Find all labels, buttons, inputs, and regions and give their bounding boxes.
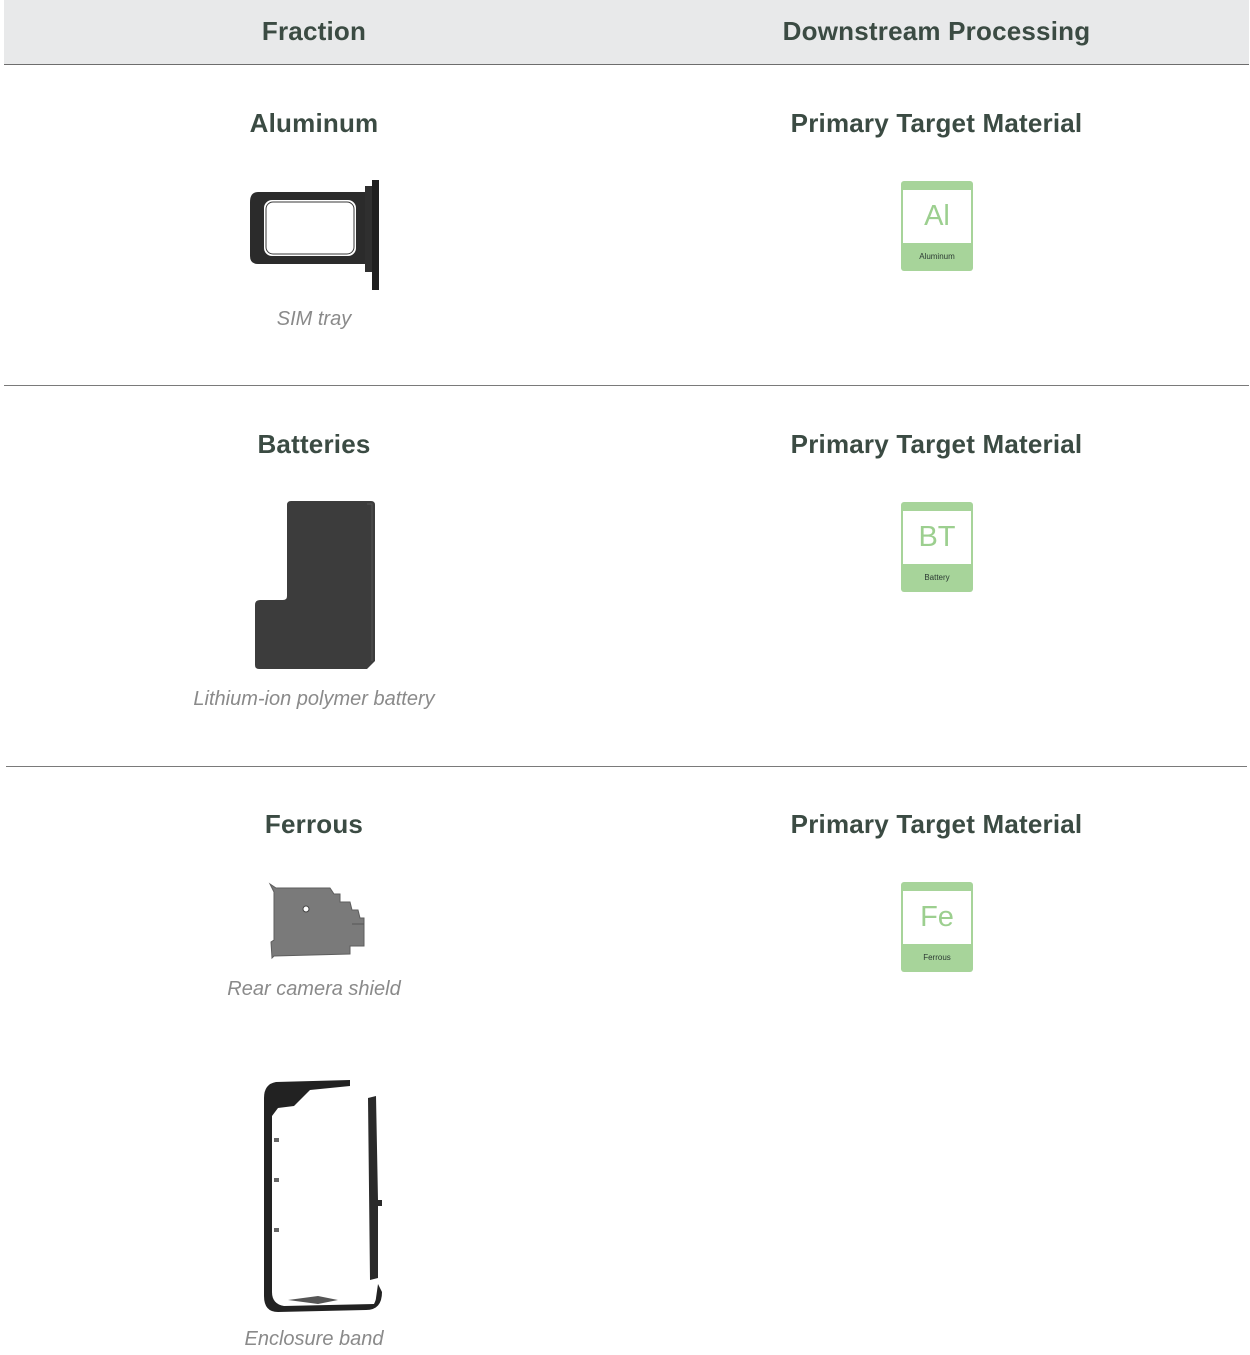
tile-name-ferrous: Ferrous (923, 953, 951, 962)
tile-symbol-al: Al (924, 200, 950, 232)
table-header: Fraction Downstream Processing (4, 0, 1249, 65)
fraction-column-header: Fraction (261, 16, 367, 46)
element-tile-al: Al Aluminum (901, 181, 973, 271)
tile-name-battery: Battery (924, 573, 950, 582)
caption-battery: Lithium-ion polymer battery (193, 688, 435, 710)
fraction-title-aluminum: Aluminum (249, 108, 379, 138)
section-divider (4, 385, 1249, 386)
downstream-processing-column-header: Downstream Processing (782, 16, 1091, 46)
camera-shield-icon (268, 882, 365, 960)
element-tile-fe: Fe Ferrous (901, 882, 973, 972)
target-heading-ferrous: Primary Target Material (790, 809, 1083, 839)
target-heading-batteries: Primary Target Material (790, 429, 1083, 459)
tile-name-aluminum: Aluminum (919, 252, 955, 261)
section-divider (6, 766, 1247, 767)
enclosure-band-icon (264, 1080, 382, 1312)
tile-symbol-bt: BT (918, 521, 956, 553)
caption-enclosure-band: Enclosure band (244, 1328, 384, 1350)
fraction-title-batteries: Batteries (257, 429, 371, 459)
caption-rear-camera-shield: Rear camera shield (227, 978, 401, 1000)
element-tile-bt: BT Battery (901, 502, 973, 592)
target-heading-aluminum: Primary Target Material (790, 108, 1083, 138)
tile-symbol-fe: Fe (920, 901, 954, 933)
fraction-title-ferrous: Ferrous (264, 809, 364, 839)
battery-icon (255, 501, 375, 669)
caption-sim-tray: SIM tray (276, 308, 352, 330)
sim-tray-icon (250, 180, 379, 290)
